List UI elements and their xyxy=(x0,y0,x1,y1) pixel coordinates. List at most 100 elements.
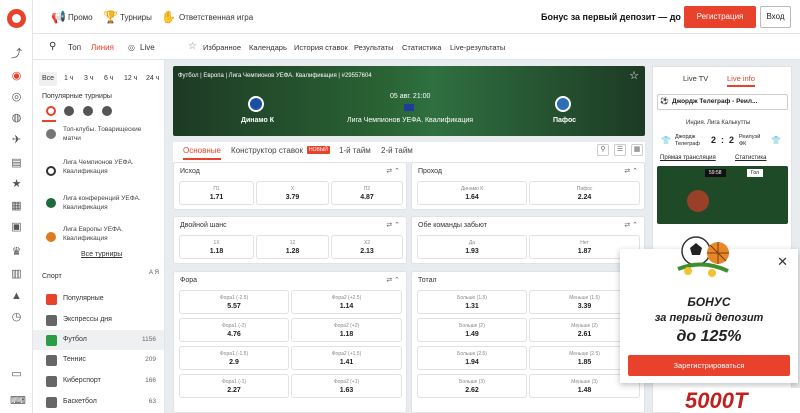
tab-main[interactable]: Основные xyxy=(183,146,221,160)
odd-button[interactable]: Больше (2) 1.49 xyxy=(417,318,527,342)
tab-live-tv[interactable]: Live TV xyxy=(683,74,708,83)
line-icon[interactable]: ◉ xyxy=(10,70,23,83)
odd-button[interactable]: Фора1 (-2.5) 5.57 xyxy=(179,290,289,314)
live-icon[interactable]: ◎ xyxy=(10,91,23,104)
tab-line[interactable]: Линия xyxy=(91,43,114,52)
match-select[interactable]: Джордж Телеграф - Реил... xyxy=(657,94,788,110)
nav-link-history[interactable]: История ставок xyxy=(294,43,348,52)
tournament-item[interactable]: Лига Чемпионов УЕФА. Квалификация xyxy=(63,158,158,176)
tournament-item[interactable]: Топ-клубы. Товарищеские матчи xyxy=(63,125,158,143)
filter-6h[interactable]: 6 ч xyxy=(104,72,114,86)
sport-row-popular[interactable]: Популярные xyxy=(33,289,164,309)
register-button[interactable]: Регистрация xyxy=(684,6,756,28)
odd-button[interactable]: Фора2 (+2.5) 1.14 xyxy=(291,290,402,314)
trophy-icon[interactable]: ♛ xyxy=(10,246,23,259)
responsible-link[interactable]: Ответственная игра xyxy=(179,13,253,22)
odd-button[interactable]: Фора2 (+2) 1.18 xyxy=(291,318,402,342)
tournament-item[interactable]: Лига Европы УЕФА. Квалификация xyxy=(63,225,158,243)
tournament-item[interactable]: Лига конференций УЕФА. Квалификация xyxy=(63,194,158,212)
favorite-star-icon[interactable]: ☆ xyxy=(629,69,639,82)
odd-button[interactable]: Больше (3) 2.62 xyxy=(417,374,527,398)
tab-top[interactable]: Топ xyxy=(68,43,81,52)
market-toggle-icon[interactable]: ⇄ ⌃ xyxy=(624,221,638,229)
tab-builder[interactable]: Конструктор ставок xyxy=(231,146,303,155)
odd-button[interactable]: Да 1.93 xyxy=(417,235,527,259)
filter-12h[interactable]: 12 ч xyxy=(124,72,137,86)
odd-button[interactable]: 1Х 1.18 xyxy=(179,235,254,259)
tab-half1[interactable]: 1-й тайм xyxy=(339,146,371,155)
odd-button[interactable]: Х2 2.13 xyxy=(331,235,403,259)
filter-24h[interactable]: 24 ч xyxy=(146,72,159,86)
nav-link-results[interactable]: Результаты xyxy=(354,43,394,52)
odd-button[interactable]: Фора2 (+1.5) 1.41 xyxy=(291,346,402,370)
all-tournaments-link[interactable]: Все турниры xyxy=(81,251,122,258)
chat-icon[interactable]: ▭ xyxy=(10,368,23,381)
popular-filter-icon[interactable] xyxy=(46,106,56,116)
tab-live-info[interactable]: Live info xyxy=(727,74,755,87)
share-icon[interactable]: ⤴ xyxy=(10,48,23,61)
odd-button[interactable]: 12 1.28 xyxy=(256,235,329,259)
chart-icon[interactable]: ▲ xyxy=(10,290,23,303)
grid-view-icon[interactable]: ▦ xyxy=(631,144,643,156)
odd-button[interactable]: П2 4.87 xyxy=(331,181,403,205)
bonus-headline[interactable]: Бонус за первый депозит — до 125% xyxy=(541,12,706,22)
clock-icon[interactable]: ◷ xyxy=(10,311,23,324)
logo-icon[interactable] xyxy=(7,9,26,28)
stream-link[interactable]: Прямая трансляция xyxy=(660,155,716,161)
keyboard-icon[interactable]: ⌨ xyxy=(10,395,26,408)
odd-button[interactable]: Пафос 2.24 xyxy=(529,181,640,205)
nav-link-calendar[interactable]: Календарь xyxy=(249,43,287,52)
tournaments-link[interactable]: Турниры xyxy=(120,13,152,22)
cyber-icon[interactable]: ◍ xyxy=(10,112,23,125)
sport-row-tennis[interactable]: Теннис 209 xyxy=(33,350,164,370)
sort-toggle[interactable]: А Я xyxy=(149,270,159,276)
market-toggle-icon[interactable]: ⇄ ⌃ xyxy=(386,167,400,175)
tab-live[interactable]: Live xyxy=(140,43,155,52)
football-icon: ⚽ xyxy=(660,98,669,105)
promo-banner[interactable]: 5000Т xyxy=(680,388,800,413)
odd-button[interactable]: П1 1.71 xyxy=(179,181,254,205)
rocket-icon[interactable]: ✈ xyxy=(10,134,23,147)
promo-link[interactable]: Промо xyxy=(68,13,93,22)
results-icon[interactable]: ▥ xyxy=(10,268,23,281)
sport-row-basketball[interactable]: Баскетбол 63 xyxy=(33,392,164,412)
market-toggle-icon[interactable]: ⇄ ⌃ xyxy=(386,221,400,229)
stats-link[interactable]: Статистика xyxy=(735,155,767,161)
score-icon[interactable]: ▣ xyxy=(10,221,23,234)
filter-1h[interactable]: 1 ч xyxy=(64,72,74,86)
nav-link-live-results[interactable]: Live-результаты xyxy=(450,43,505,52)
odd-button[interactable]: Больше (1.5) 1.31 xyxy=(417,290,527,314)
search-icon[interactable]: ⚲ xyxy=(597,144,609,156)
favorites-icon[interactable]: ★ xyxy=(10,178,23,191)
sport-row-express[interactable]: Экспрессы дня xyxy=(33,310,164,330)
filter-3h[interactable]: 3 ч xyxy=(84,72,94,86)
sport-row-esports[interactable]: Киберспорт 166 xyxy=(33,371,164,391)
football-filter-icon[interactable] xyxy=(64,106,74,116)
login-button[interactable]: Вход xyxy=(760,6,791,28)
nav-link-favorites[interactable]: Избранное xyxy=(203,43,241,52)
tennis-filter-icon[interactable] xyxy=(83,106,93,116)
market-toggle-icon[interactable]: ⇄ ⌃ xyxy=(624,167,638,175)
news-icon[interactable]: ▤ xyxy=(10,157,23,170)
odd-button[interactable]: Фора2 (+1) 1.63 xyxy=(291,374,402,398)
tab-half2[interactable]: 2-й тайм xyxy=(381,146,413,155)
odd-button[interactable]: Х 3.79 xyxy=(256,181,329,205)
odd-button[interactable]: Фора1 (-1) 2.27 xyxy=(179,374,289,398)
nav-link-stats[interactable]: Статистика xyxy=(402,43,441,52)
market-toggle-icon[interactable]: ⇄ ⌃ xyxy=(386,276,400,284)
sport-row-football[interactable]: Футбол 1156 xyxy=(33,330,164,350)
breadcrumb[interactable]: Футбол | Европа | Лига Чемпионов УЕФА. К… xyxy=(178,73,372,79)
search-icon[interactable]: ⚲ xyxy=(49,41,56,52)
odd-button[interactable]: Фора1 (-2) 4.76 xyxy=(179,318,289,342)
filter-all[interactable]: Все xyxy=(39,72,58,86)
odd-button[interactable]: Больше (2.5) 1.94 xyxy=(417,346,527,370)
basketball-filter-icon[interactable] xyxy=(102,106,112,116)
odd-button[interactable]: Фора1 (-1.5) 2.9 xyxy=(179,346,289,370)
list-view-icon[interactable]: ☰ xyxy=(614,144,626,156)
popup-register-button[interactable]: Зарегистрироваться xyxy=(628,355,790,376)
odd-button[interactable]: Динамо К 1.64 xyxy=(417,181,527,205)
calendar-icon[interactable]: ▦ xyxy=(10,200,23,213)
close-icon[interactable]: ✕ xyxy=(777,254,788,270)
popup-title: БОНУС xyxy=(687,295,731,309)
clubs-icon xyxy=(46,129,56,139)
